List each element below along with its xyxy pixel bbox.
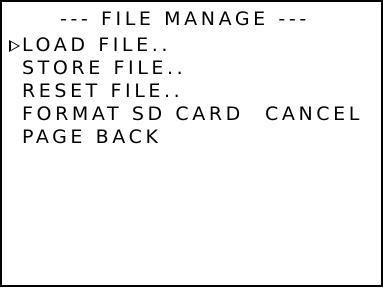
menu-item-reset-file[interactable]: RESET FILE..: [2, 80, 381, 103]
menu-item-label: RESET FILE..: [22, 80, 184, 102]
page-title: --- FILE MANAGE ---: [60, 8, 310, 30]
menu-item-label: PAGE BACK: [22, 126, 162, 148]
file-manage-menu: LOAD FILE.. STORE FILE.. RESET FILE.. FO…: [2, 34, 381, 149]
selection-cursor-icon: [9, 40, 20, 52]
menu-item-label: LOAD FILE..: [22, 34, 171, 56]
menu-item-label: FORMAT SD CARD: [22, 103, 244, 125]
menu-item-format-sd-card[interactable]: FORMAT SD CARD CANCEL: [2, 103, 381, 126]
menu-item-load-file[interactable]: LOAD FILE..: [2, 34, 381, 57]
lcd-screen: --- FILE MANAGE --- LOAD FILE.. STORE FI…: [0, 0, 383, 287]
format-cancel-option[interactable]: CANCEL: [265, 103, 363, 126]
menu-item-label: STORE FILE..: [22, 57, 187, 79]
menu-item-page-back[interactable]: PAGE BACK: [2, 126, 381, 149]
menu-item-store-file[interactable]: STORE FILE..: [2, 57, 381, 80]
